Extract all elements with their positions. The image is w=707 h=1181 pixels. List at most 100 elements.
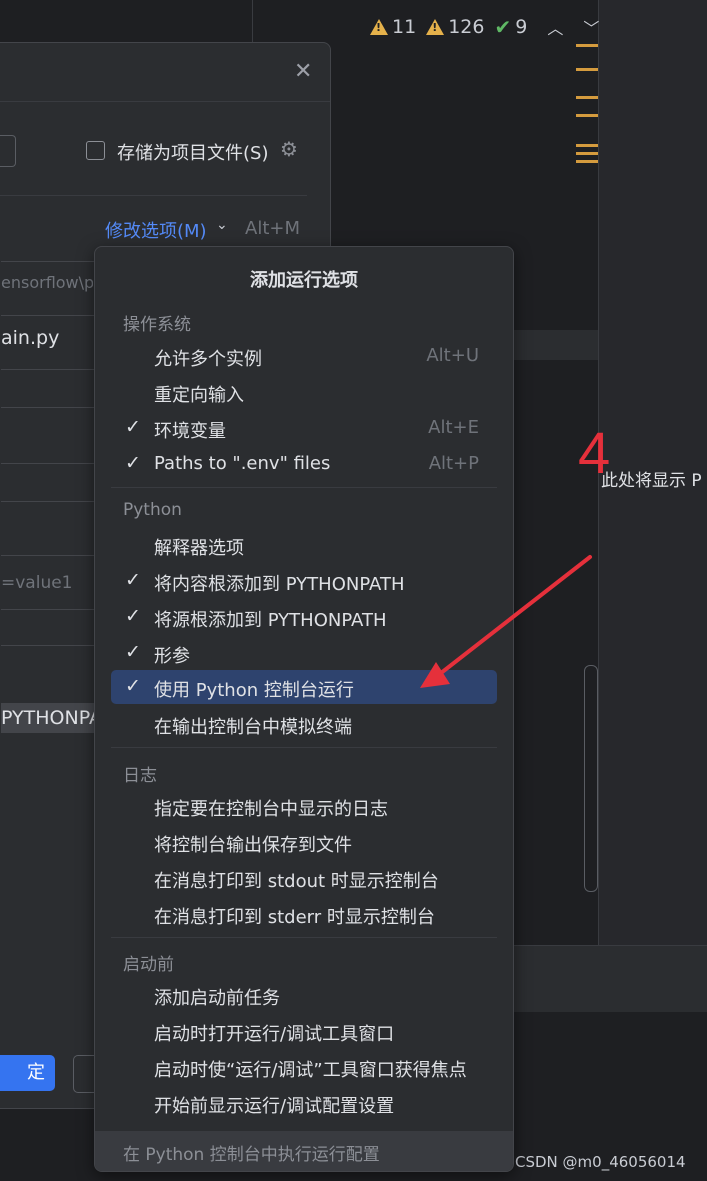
option-label: 将源根添加到 PYTHONPATH	[154, 610, 387, 631]
option-interpreter-options[interactable]: 解释器选项	[111, 528, 497, 562]
path-field[interactable]: ensorflow\py	[1, 273, 93, 292]
close-icon[interactable]: ✕	[294, 59, 312, 84]
option-label: 在消息打印到 stdout 时显示控制台	[154, 871, 439, 892]
warnings-counter[interactable]: 11	[370, 16, 416, 38]
popup-title: 添加运行选项	[250, 270, 358, 291]
env-vars-field[interactable]: =value1	[1, 573, 93, 593]
store-as-project-checkbox[interactable]	[86, 141, 105, 160]
option-shortcut: Alt+P	[428, 453, 479, 474]
check-icon: ✓	[125, 452, 141, 474]
warnings-count: 11	[392, 16, 417, 38]
stripe-marker[interactable]	[576, 44, 598, 47]
check-icon: ✓	[125, 569, 141, 591]
dialog-header: ✕	[0, 43, 330, 102]
option-show-console-stderr[interactable]: 在消息打印到 stderr 时显示控制台	[111, 897, 497, 931]
section-before-launch: 启动前	[123, 955, 174, 975]
option-label: 在输出控制台中模拟终端	[154, 717, 352, 738]
right-tool-panel: 此处将显示 P	[598, 0, 707, 945]
modify-options-link[interactable]: 修改选项(M)	[105, 217, 207, 243]
option-add-before-launch-task[interactable]: 添加启动前任务	[111, 978, 497, 1012]
weak-warnings-counter[interactable]: 126	[426, 16, 484, 38]
option-label: 将内容根添加到 PYTHONPATH	[154, 574, 405, 595]
chevron-down-icon[interactable]: ⌄	[216, 217, 228, 233]
divider	[0, 195, 307, 196]
option-specify-logs[interactable]: 指定要在控制台中显示的日志	[111, 789, 497, 823]
gear-icon[interactable]: ⚙	[280, 137, 298, 161]
field-border	[1, 369, 101, 370]
field-border	[1, 407, 101, 408]
weak-warnings-count: 126	[448, 16, 485, 38]
previous-highlight-icon[interactable]: ︿	[547, 15, 563, 39]
option-allow-multiple-instances[interactable]: 允许多个实例 Alt+U	[111, 339, 497, 373]
typos-counter[interactable]: ✔ 9	[494, 15, 527, 39]
field-border	[1, 555, 101, 556]
stripe-marker[interactable]	[576, 144, 598, 147]
option-env-files[interactable]: ✓ Paths to ".env" files Alt+P	[111, 447, 497, 481]
option-add-source-roots[interactable]: ✓ 将源根添加到 PYTHONPATH	[111, 600, 497, 634]
option-save-console-output[interactable]: 将控制台输出保存到文件	[111, 825, 497, 859]
store-as-project-label[interactable]: 存储为项目文件(S)	[117, 139, 268, 165]
field-border	[1, 315, 101, 316]
section-logs: 日志	[123, 766, 157, 786]
weak-warning-icon	[426, 19, 445, 35]
section-divider	[111, 747, 497, 748]
watermark: CSDN @m0_46056014	[515, 1153, 686, 1171]
next-highlight-icon[interactable]: ﹀	[583, 15, 599, 39]
option-show-console-stdout[interactable]: 在消息打印到 stdout 时显示控制台	[111, 861, 497, 895]
check-icon: ✓	[125, 416, 141, 438]
option-label: 形参	[154, 646, 190, 667]
option-label: 添加启动前任务	[154, 988, 280, 1009]
script-field[interactable]: ain.py	[1, 327, 93, 349]
option-shortcut: Alt+E	[428, 417, 479, 438]
option-open-tool-window[interactable]: 启动时打开运行/调试工具窗口	[111, 1014, 497, 1048]
option-emulate-terminal[interactable]: 在输出控制台中模拟终端	[111, 707, 497, 741]
right-panel-hint: 此处将显示 P	[601, 471, 702, 491]
option-show-settings-before-launch[interactable]: 开始前显示运行/调试配置设置	[111, 1086, 497, 1120]
typo-check-icon: ✔	[494, 15, 512, 39]
stripe-marker[interactable]	[576, 152, 598, 155]
option-redirect-input[interactable]: 重定向输入	[111, 375, 497, 409]
annotation-number: 4	[578, 421, 611, 486]
option-label: Paths to ".env" files	[154, 453, 331, 474]
option-label: 指定要在控制台中显示的日志	[154, 799, 388, 820]
vertical-scrollbar[interactable]	[584, 665, 598, 892]
inspection-widget[interactable]: 11 126 ✔ 9 ︿ ﹀	[370, 10, 599, 44]
pythonpath-row[interactable]: PYTHONPA	[1, 703, 101, 733]
ok-button[interactable]: 定	[0, 1055, 55, 1091]
option-add-content-roots[interactable]: ✓ 将内容根添加到 PYTHONPATH	[111, 564, 497, 598]
footer-hint: 在 Python 控制台中执行运行配置	[123, 1145, 380, 1165]
option-shortcut: Alt+U	[426, 345, 479, 366]
stripe-marker[interactable]	[576, 160, 598, 163]
field-border	[1, 463, 101, 464]
option-env-vars[interactable]: ✓ 环境变量 Alt+E	[111, 411, 497, 445]
section-divider	[111, 937, 497, 938]
check-icon: ✓	[125, 641, 141, 663]
option-label: 允许多个实例	[154, 349, 262, 370]
option-label: 重定向输入	[154, 385, 244, 406]
option-run-with-python-console[interactable]: ✓ 使用 Python 控制台运行	[111, 670, 497, 704]
section-divider	[111, 487, 497, 488]
popup-footer: 在 Python 控制台中执行运行配置	[95, 1131, 513, 1171]
option-label: 环境变量	[154, 421, 226, 442]
option-label: 解释器选项	[154, 538, 244, 559]
field-border	[1, 501, 101, 502]
option-label: 启动时打开运行/调试工具窗口	[154, 1024, 395, 1045]
name-field[interactable]	[0, 135, 16, 167]
stripe-marker[interactable]	[576, 96, 598, 99]
stripe-marker[interactable]	[576, 68, 598, 71]
stripe-marker[interactable]	[576, 114, 598, 117]
option-focus-tool-window[interactable]: 启动时使“运行/调试”工具窗口获得焦点	[111, 1050, 497, 1084]
field-border	[1, 261, 101, 262]
field-border	[1, 609, 101, 610]
tab-divider	[252, 0, 253, 45]
field-border	[1, 645, 101, 646]
typos-count: 9	[515, 16, 528, 38]
option-label: 启动时使“运行/调试”工具窗口获得焦点	[154, 1060, 467, 1081]
warning-icon	[370, 19, 388, 35]
section-python: Python	[123, 500, 182, 520]
section-os: 操作系统	[123, 315, 191, 335]
option-parameters[interactable]: ✓ 形参	[111, 636, 497, 670]
option-label: 开始前显示运行/调试配置设置	[154, 1096, 395, 1117]
modify-options-shortcut: Alt+M	[245, 218, 300, 239]
option-label: 使用 Python 控制台运行	[154, 680, 354, 701]
